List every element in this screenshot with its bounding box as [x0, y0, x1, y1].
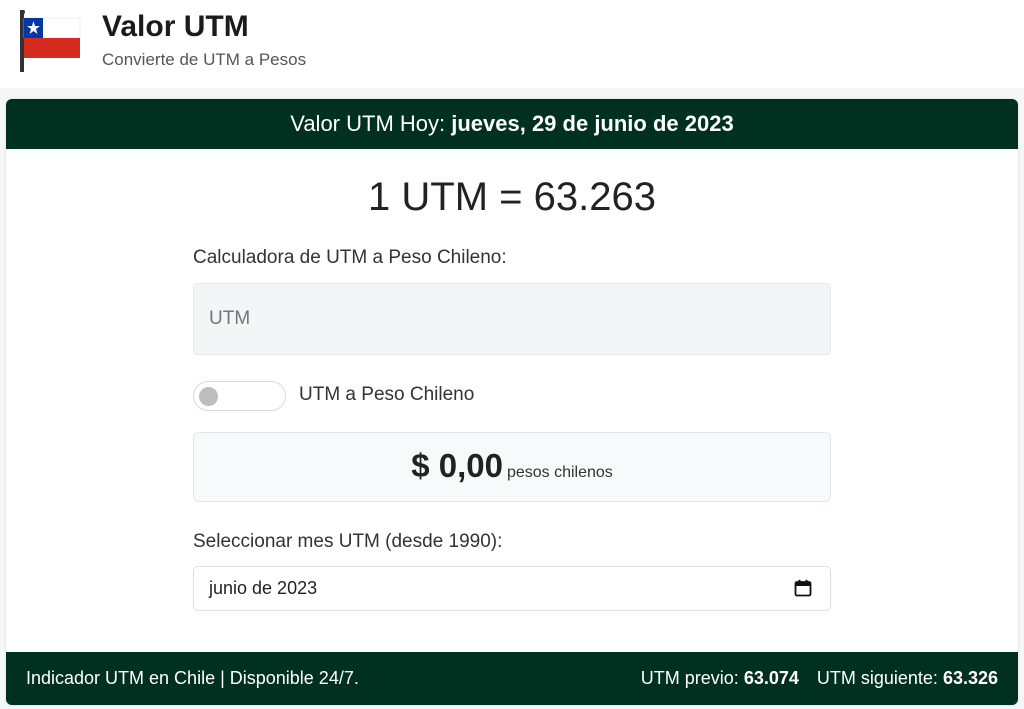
prev-label: UTM previo: [640, 668, 744, 688]
site-subtitle: Convierte de UTM a Pesos [102, 50, 307, 69]
toggle-label: UTM a Peso Chileno [299, 384, 475, 405]
result-amount: $ 0,00 [411, 447, 503, 484]
next-label: UTM siguiente: [816, 668, 943, 688]
header-prefix: Valor UTM Hoy: [290, 111, 452, 136]
utm-card: Valor UTM Hoy: jueves, 29 de junio de 20… [6, 99, 1018, 705]
site-title: Valor UTM [102, 10, 249, 43]
card-header: Valor UTM Hoy: jueves, 29 de junio de 20… [6, 99, 1018, 149]
result-unit: pesos chilenos [506, 464, 613, 481]
next-value: 63.326 [942, 668, 998, 688]
result-box: $ 0,00 pesos chilenos [193, 432, 831, 502]
calendar-icon[interactable] [794, 579, 812, 597]
footer-values: UTM previo: 63.074 UTM siguiente: 63.326 [641, 652, 998, 705]
card-footer: Indicador UTM en Chile | Disponible 24/7… [6, 652, 1018, 705]
header-date: jueves, 29 de junio de 2023 [451, 111, 734, 136]
site-header: Valor UTM Convierte de UTM a Pesos [0, 0, 1024, 88]
conversion-toggle[interactable] [193, 381, 286, 411]
utm-input[interactable] [193, 283, 831, 355]
toggle-knob [199, 387, 218, 406]
footer-info: Indicador UTM en Chile | Disponible 24/7… [26, 668, 359, 688]
calculator-label: Calculadora de UTM a Peso Chileno: [193, 247, 507, 268]
month-input[interactable]: junio de 2023 [193, 566, 831, 611]
utm-rate: 1 UTM = 63.263 [368, 175, 656, 219]
prev-value: 63.074 [743, 668, 799, 688]
chile-flag-icon [20, 10, 81, 72]
month-label: Seleccionar mes UTM (desde 1990): [193, 531, 503, 552]
month-value: junio de 2023 [209, 578, 318, 598]
